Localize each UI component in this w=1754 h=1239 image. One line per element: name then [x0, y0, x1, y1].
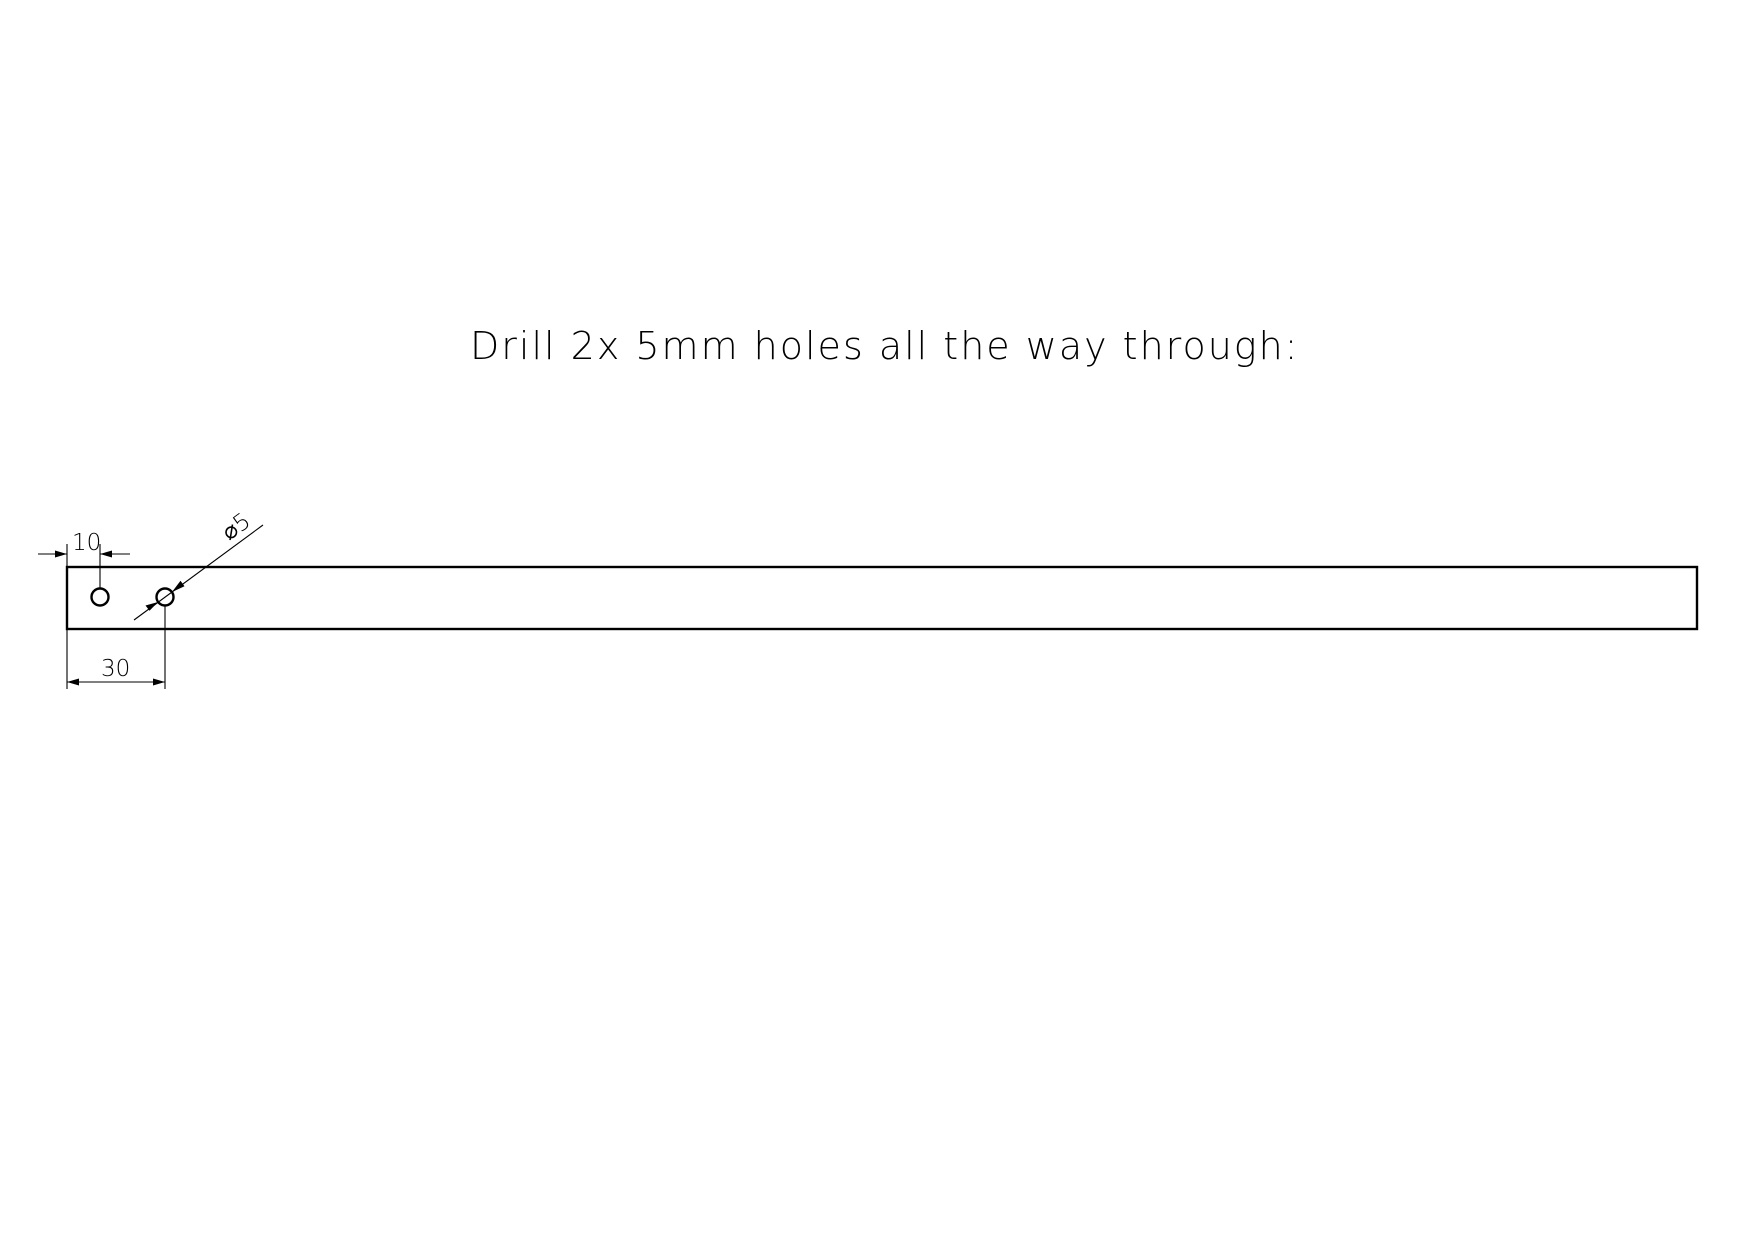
dimension-hole-diameter: ⌀5	[133, 508, 264, 621]
bar-outline	[65, 565, 1699, 631]
diameter-arrow-upper	[172, 580, 185, 592]
dimension-arrow-right	[100, 550, 112, 558]
dimension-arrow-bottom-right	[153, 678, 165, 686]
dimension-arrow-bottom-left	[67, 678, 79, 686]
dimension-second-hole-offset: 30	[66, 605, 166, 689]
dimension-label-first-hole-offset: 10	[72, 530, 101, 556]
hole-1	[90, 587, 110, 607]
dimension-first-hole-offset: 10	[38, 530, 130, 589]
drilling-instruction-note: Drill 2x 5mm holes all the way through:	[470, 324, 1299, 368]
dimension-label-second-hole-offset: 30	[101, 656, 130, 682]
dimension-label-hole-diameter: ⌀5	[217, 508, 255, 546]
technical-drawing: Drill 2x 5mm holes all the way through: …	[38, 324, 1699, 689]
dimension-arrow-left	[55, 550, 67, 558]
